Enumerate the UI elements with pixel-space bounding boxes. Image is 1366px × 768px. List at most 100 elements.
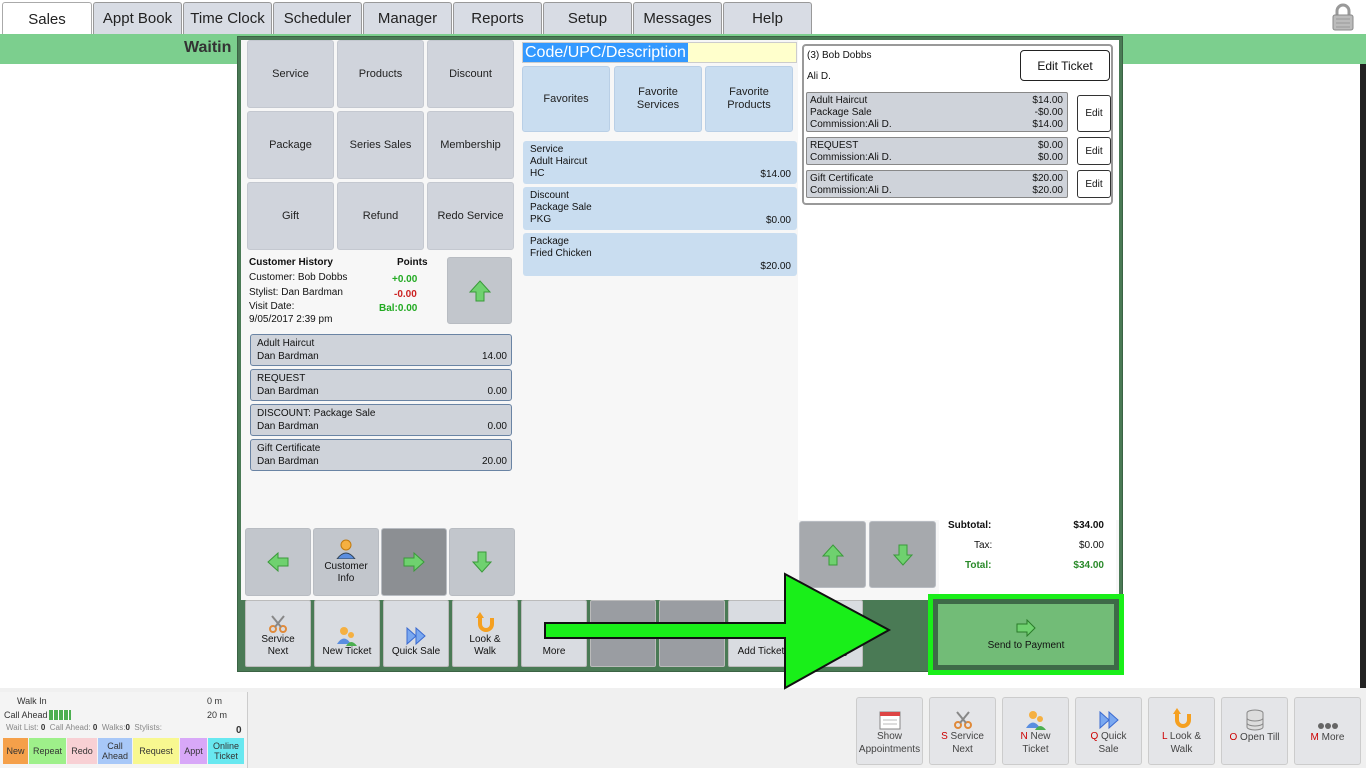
quick-sale-button[interactable]: Quick Sale bbox=[383, 600, 449, 667]
arrow-left-icon bbox=[267, 551, 289, 573]
footer-new-ticket-button[interactable]: N New Ticket bbox=[1002, 697, 1069, 765]
history-up-button[interactable] bbox=[447, 257, 512, 324]
tab-sales[interactable]: Sales bbox=[2, 2, 92, 36]
legend-call-ahead: Call Ahead bbox=[98, 738, 132, 764]
category-gift[interactable]: Gift bbox=[247, 182, 334, 250]
nav-right-button[interactable] bbox=[381, 528, 447, 596]
history-item[interactable]: REQUEST Dan Bardman 0.00 bbox=[250, 369, 512, 401]
history-item[interactable]: Gift Certificate Dan Bardman 20.00 bbox=[250, 439, 512, 471]
stylists-count: 0 bbox=[236, 725, 242, 736]
ticket-line[interactable]: Gift Certificate Commission:Ali D. $20.00… bbox=[806, 170, 1068, 198]
walks-label: Walks: bbox=[101, 723, 126, 732]
tab-label: Reports bbox=[471, 10, 524, 27]
category-products[interactable]: Products bbox=[337, 40, 424, 108]
callahead-count: 0 bbox=[92, 723, 98, 732]
footer-label: Open Till bbox=[1237, 732, 1280, 743]
item-name: DISCOUNT: Package Sale bbox=[257, 408, 376, 419]
line-commission: Commission:Ali D. bbox=[810, 152, 892, 163]
service-amount: $20.00 bbox=[760, 261, 791, 272]
new-ticket-button[interactable]: New Ticket bbox=[314, 600, 380, 667]
category-redo-service[interactable]: Redo Service bbox=[427, 182, 514, 250]
points-balance: Bal:0.00 bbox=[379, 303, 418, 314]
line-amount: $20.00 bbox=[1032, 173, 1063, 184]
arrow-down-icon bbox=[892, 544, 913, 566]
status-counts: Wait List: 0 Call Ahead: 0 Walks:0 Styli… bbox=[6, 723, 162, 732]
nav-left-button[interactable] bbox=[245, 528, 311, 596]
tab-label: Time Clock bbox=[190, 10, 265, 27]
tab-messages[interactable]: Messages bbox=[633, 2, 722, 34]
legend-redo: Redo bbox=[67, 738, 97, 764]
show-appointments-button[interactable]: Show Appointments bbox=[856, 697, 923, 765]
look-and-walk-button[interactable]: Look & Walk bbox=[452, 600, 518, 667]
line-name: Adult Haircut bbox=[810, 95, 868, 106]
send-to-payment-button[interactable]: Send to Payment bbox=[938, 604, 1114, 665]
stylists-label: Stylists: bbox=[134, 723, 162, 732]
favorite-products-button[interactable]: Favorite Products bbox=[705, 66, 793, 132]
category-membership[interactable]: Membership bbox=[427, 111, 514, 179]
legend-online-ticket: Online Ticket bbox=[208, 738, 244, 764]
ticket-customer: (3) Bob Dobbs bbox=[807, 50, 872, 61]
customer-info-button[interactable]: Customer Info bbox=[313, 528, 379, 596]
service-item[interactable]: Discount Package Sale PKG $0.00 bbox=[523, 187, 797, 230]
category-discount[interactable]: Discount bbox=[427, 40, 514, 108]
legend-label: Online Ticket bbox=[212, 741, 239, 761]
fast-forward-icon bbox=[406, 626, 426, 646]
service-next-button[interactable]: Service Next bbox=[245, 600, 311, 667]
item-stylist: Dan Bardman bbox=[257, 386, 319, 397]
legend-request: Request bbox=[133, 738, 179, 764]
tab-time-clock[interactable]: Time Clock bbox=[183, 2, 272, 34]
search-input[interactable]: Code/UPC/Description bbox=[522, 42, 797, 63]
nav-down-button[interactable] bbox=[449, 528, 515, 596]
tab-label: Appt Book bbox=[102, 10, 173, 27]
tab-appt-book[interactable]: Appt Book bbox=[93, 2, 182, 34]
footer-label: Service Next bbox=[950, 731, 984, 755]
button-label: New Ticket bbox=[322, 646, 372, 657]
footer-label-wrap: N New Ticket bbox=[1020, 730, 1050, 756]
tab-label: Scheduler bbox=[283, 10, 352, 27]
calendar-icon bbox=[879, 711, 900, 730]
service-item[interactable]: Service Adult Haircut HC $14.00 bbox=[523, 141, 797, 184]
category-label: Gift bbox=[281, 209, 300, 222]
total-label: Total: bbox=[965, 560, 992, 571]
lock-icon[interactable] bbox=[1330, 3, 1356, 31]
category-label: Series Sales bbox=[349, 138, 412, 151]
favorites-button[interactable]: Favorites bbox=[522, 66, 610, 132]
tab-reports[interactable]: Reports bbox=[453, 2, 542, 34]
category-refund[interactable]: Refund bbox=[337, 182, 424, 250]
callahead-bar bbox=[49, 710, 71, 720]
tab-label: Help bbox=[752, 10, 783, 27]
ticket-line[interactable]: REQUEST Commission:Ali D. $0.00 $0.00 bbox=[806, 137, 1068, 165]
tax-label: Tax: bbox=[974, 540, 993, 551]
tab-help[interactable]: Help bbox=[723, 2, 812, 34]
line-amount: $0.00 bbox=[1037, 140, 1063, 151]
customer-info-label: Customer Info bbox=[324, 561, 368, 584]
tab-scheduler[interactable]: Scheduler bbox=[273, 2, 362, 34]
ellipsis-icon bbox=[1317, 723, 1338, 729]
footer-service-next-button[interactable]: S Service Next bbox=[929, 697, 996, 765]
item-stylist: Dan Bardman bbox=[257, 351, 319, 362]
footer-more-button[interactable]: M More bbox=[1294, 697, 1361, 765]
line-sub: Package Sale bbox=[810, 107, 872, 118]
history-item[interactable]: DISCOUNT: Package Sale Dan Bardman 0.00 bbox=[250, 404, 512, 436]
footer-label-wrap: O Open Till bbox=[1229, 731, 1279, 744]
edit-ticket-button[interactable]: Edit Ticket bbox=[1020, 50, 1110, 81]
item-name: REQUEST bbox=[257, 373, 306, 384]
category-package[interactable]: Package bbox=[247, 111, 334, 179]
line-commission: Commission:Ali D. bbox=[810, 119, 892, 130]
footer-open-till-button[interactable]: O Open Till bbox=[1221, 697, 1288, 765]
favorite-services-button[interactable]: Favorite Services bbox=[614, 66, 702, 132]
edit-line-button[interactable]: Edit bbox=[1077, 170, 1111, 198]
category-series-sales[interactable]: Series Sales bbox=[337, 111, 424, 179]
category-service[interactable]: Service bbox=[247, 40, 334, 108]
ticket-line[interactable]: Adult Haircut Package Sale Commission:Ali … bbox=[806, 92, 1068, 132]
service-item[interactable]: Package Fried Chicken $20.00 bbox=[523, 233, 797, 276]
edit-line-button[interactable]: Edit bbox=[1077, 137, 1111, 165]
footer-look-walk-button[interactable]: L Look & Walk bbox=[1148, 697, 1215, 765]
footer-quick-sale-button[interactable]: Q Quick Sale bbox=[1075, 697, 1142, 765]
tab-manager[interactable]: Manager bbox=[363, 2, 452, 34]
line-amount: $20.00 bbox=[1032, 185, 1063, 196]
tab-setup[interactable]: Setup bbox=[543, 2, 632, 34]
edit-label: Edit bbox=[1085, 145, 1103, 157]
history-item[interactable]: Adult Haircut Dan Bardman 14.00 bbox=[250, 334, 512, 366]
edit-line-button[interactable]: Edit bbox=[1077, 95, 1111, 132]
